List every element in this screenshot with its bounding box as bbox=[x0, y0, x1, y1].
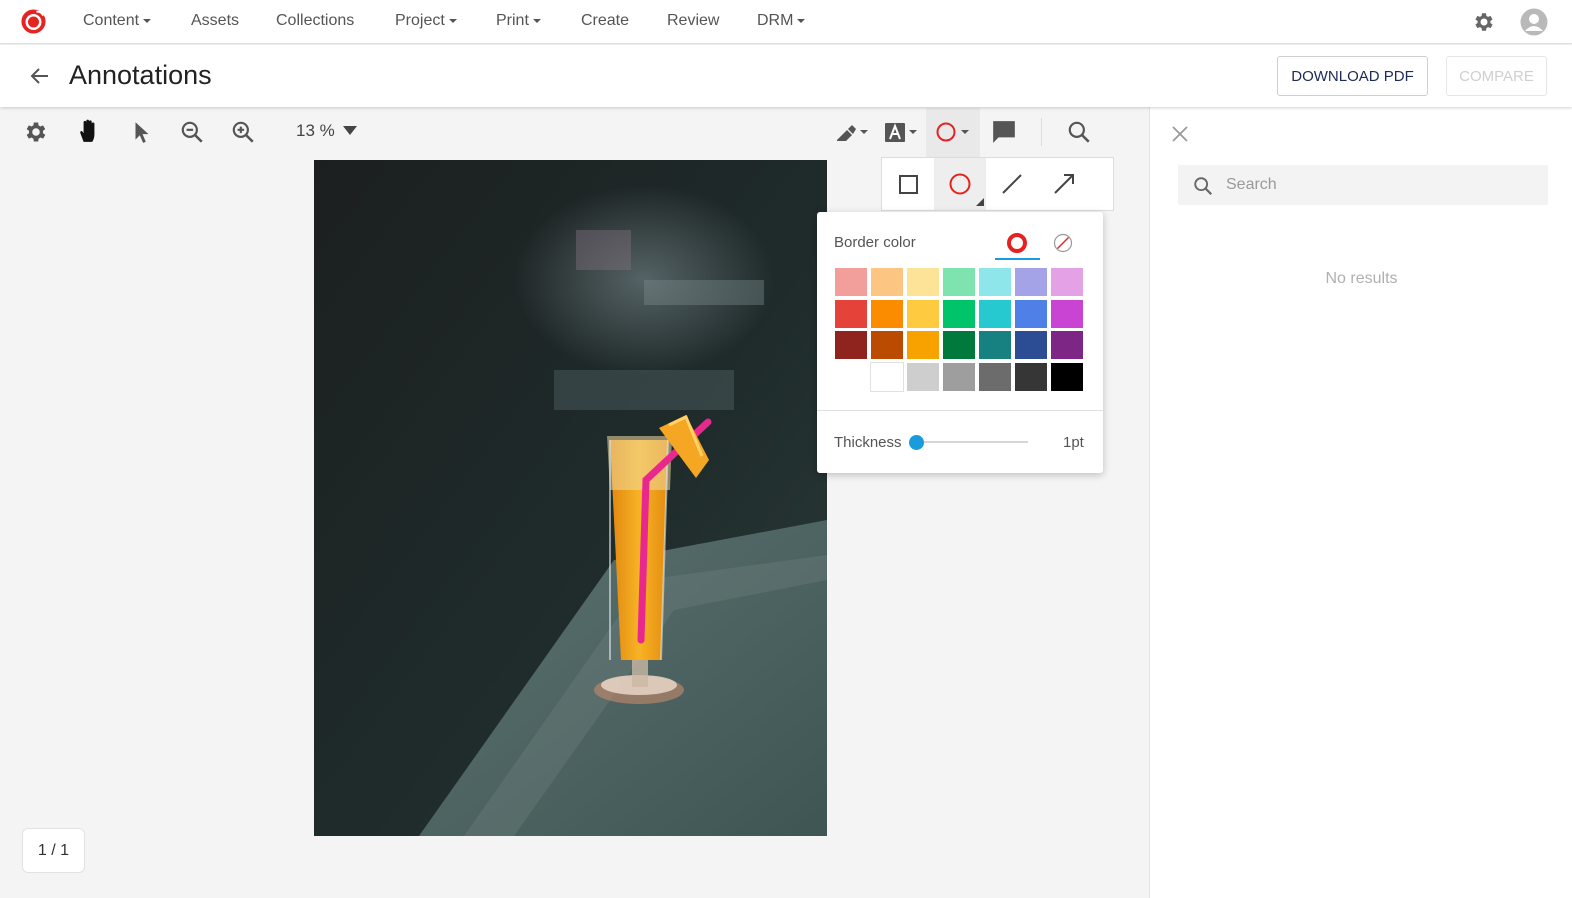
caret-down-icon bbox=[143, 18, 152, 23]
thickness-slider-handle[interactable] bbox=[909, 435, 924, 450]
nav-item-print[interactable]: Print bbox=[496, 12, 541, 30]
active-tab-underline bbox=[995, 258, 1040, 260]
page-indicator: 1 / 1 bbox=[22, 828, 85, 873]
color-swatch[interactable] bbox=[1014, 267, 1048, 297]
back-arrow-icon[interactable] bbox=[28, 64, 52, 88]
color-swatch[interactable] bbox=[906, 267, 940, 297]
nav-item-label: Print bbox=[496, 12, 529, 29]
nav-item-create[interactable]: Create bbox=[581, 12, 629, 30]
color-swatch[interactable] bbox=[978, 330, 1012, 360]
thickness-label: Thickness bbox=[834, 434, 902, 451]
nav-item-label: DRM bbox=[757, 12, 794, 29]
color-swatch[interactable] bbox=[906, 330, 940, 360]
color-swatch[interactable] bbox=[1014, 330, 1048, 360]
ellipse-shape-option[interactable] bbox=[934, 158, 986, 210]
shape-picker bbox=[881, 157, 1114, 211]
nav-item-label: Content bbox=[83, 12, 140, 29]
thickness-slider-track[interactable] bbox=[917, 441, 1028, 443]
nav-item-content[interactable]: Content bbox=[83, 12, 152, 30]
color-swatch[interactable] bbox=[978, 361, 1012, 392]
pan-hand-icon[interactable] bbox=[76, 118, 102, 144]
line-icon bbox=[1002, 174, 1022, 194]
border-color-label: Border color bbox=[834, 234, 916, 251]
annotations-side-panel: No results bbox=[1149, 107, 1572, 898]
color-swatch[interactable] bbox=[834, 267, 868, 297]
nav-item-collections[interactable]: Collections bbox=[276, 12, 354, 30]
toolbar-divider bbox=[1041, 118, 1042, 146]
color-swatch[interactable] bbox=[942, 330, 976, 360]
zoom-out-icon[interactable] bbox=[179, 119, 205, 145]
color-swatch[interactable] bbox=[870, 361, 904, 392]
caret-down-icon bbox=[532, 18, 541, 23]
nav-item-label: Review bbox=[667, 12, 720, 29]
top-navigation: Content Assets Collections Project Print Crea… bbox=[0, 0, 1572, 44]
popover-divider bbox=[817, 410, 1103, 411]
zoom-in-icon[interactable] bbox=[230, 119, 256, 145]
nav-item-review[interactable]: Review bbox=[667, 12, 719, 30]
nav-item-label: Collections bbox=[276, 12, 355, 29]
nav-item-project[interactable]: Project bbox=[395, 12, 457, 30]
color-swatch[interactable] bbox=[1050, 267, 1084, 297]
nav-item-label: Assets bbox=[191, 12, 240, 29]
color-swatch[interactable] bbox=[870, 330, 904, 360]
color-swatch[interactable] bbox=[942, 298, 976, 329]
nav-item-label: Project bbox=[395, 12, 445, 29]
border-color-tab-icon[interactable] bbox=[1005, 231, 1029, 255]
rectangle-shape-option[interactable] bbox=[882, 158, 934, 210]
color-swatch[interactable] bbox=[1014, 298, 1048, 329]
drink-photo bbox=[314, 160, 827, 836]
color-swatch[interactable] bbox=[834, 298, 868, 329]
nav-item-drm[interactable]: DRM bbox=[757, 12, 806, 30]
gear-icon[interactable] bbox=[1472, 10, 1496, 34]
color-swatch[interactable] bbox=[1050, 330, 1084, 360]
search-input[interactable] bbox=[1226, 165, 1536, 205]
caret-down-icon bbox=[448, 18, 457, 23]
compare-button[interactable]: COMPARE bbox=[1446, 56, 1547, 96]
search-icon bbox=[1194, 177, 1213, 196]
color-swatch[interactable] bbox=[978, 267, 1012, 297]
no-color-tab-icon[interactable] bbox=[1051, 231, 1075, 255]
empty-results-label: No results bbox=[1325, 270, 1398, 287]
color-swatch[interactable] bbox=[942, 361, 976, 392]
zoom-level[interactable]: 13 % bbox=[296, 121, 335, 141]
color-swatch[interactable] bbox=[1050, 361, 1084, 392]
nav-item-label: Create bbox=[581, 12, 630, 29]
close-icon[interactable] bbox=[1170, 124, 1190, 144]
select-pointer-icon[interactable] bbox=[129, 119, 155, 145]
color-swatch[interactable] bbox=[834, 330, 868, 360]
arrow-icon bbox=[1054, 174, 1074, 194]
color-swatch[interactable] bbox=[1050, 298, 1084, 329]
color-swatch[interactable] bbox=[870, 267, 904, 297]
color-swatch[interactable] bbox=[870, 298, 904, 329]
search-box bbox=[1178, 165, 1548, 205]
settings-icon[interactable] bbox=[23, 119, 49, 145]
thickness-value: 1pt bbox=[1063, 434, 1084, 451]
brand-logo-icon[interactable] bbox=[20, 8, 47, 35]
caret-down-icon bbox=[797, 18, 806, 23]
color-swatch[interactable] bbox=[978, 298, 1012, 329]
color-swatch[interactable] bbox=[906, 361, 940, 392]
user-avatar-icon[interactable] bbox=[1520, 8, 1548, 36]
color-swatch[interactable] bbox=[942, 267, 976, 297]
search-icon[interactable] bbox=[1066, 119, 1092, 145]
color-swatch-transparent[interactable] bbox=[834, 361, 868, 392]
document-page-image bbox=[314, 160, 827, 836]
highlighter-tool-icon[interactable] bbox=[834, 119, 870, 145]
nav-item-assets[interactable]: Assets bbox=[191, 12, 239, 30]
text-tool-icon[interactable] bbox=[884, 119, 920, 145]
rectangle-icon bbox=[899, 175, 918, 194]
color-swatch[interactable] bbox=[906, 298, 940, 329]
line-shape-option[interactable] bbox=[986, 158, 1038, 210]
zoom-dropdown-caret-icon[interactable] bbox=[343, 126, 357, 135]
ellipse-shape-tool-icon[interactable] bbox=[934, 119, 974, 145]
border-color-popover: Border color Thickness 1pt bbox=[817, 212, 1103, 473]
download-pdf-button[interactable]: DOWNLOAD PDF bbox=[1277, 56, 1428, 96]
page-title: Annotations bbox=[69, 60, 212, 90]
page-header: Annotations DOWNLOAD PDF COMPARE bbox=[0, 45, 1572, 107]
ellipse-icon bbox=[949, 173, 984, 206]
arrow-shape-option[interactable] bbox=[1038, 158, 1090, 210]
comment-icon[interactable] bbox=[991, 119, 1017, 145]
color-swatch[interactable] bbox=[1014, 361, 1048, 392]
